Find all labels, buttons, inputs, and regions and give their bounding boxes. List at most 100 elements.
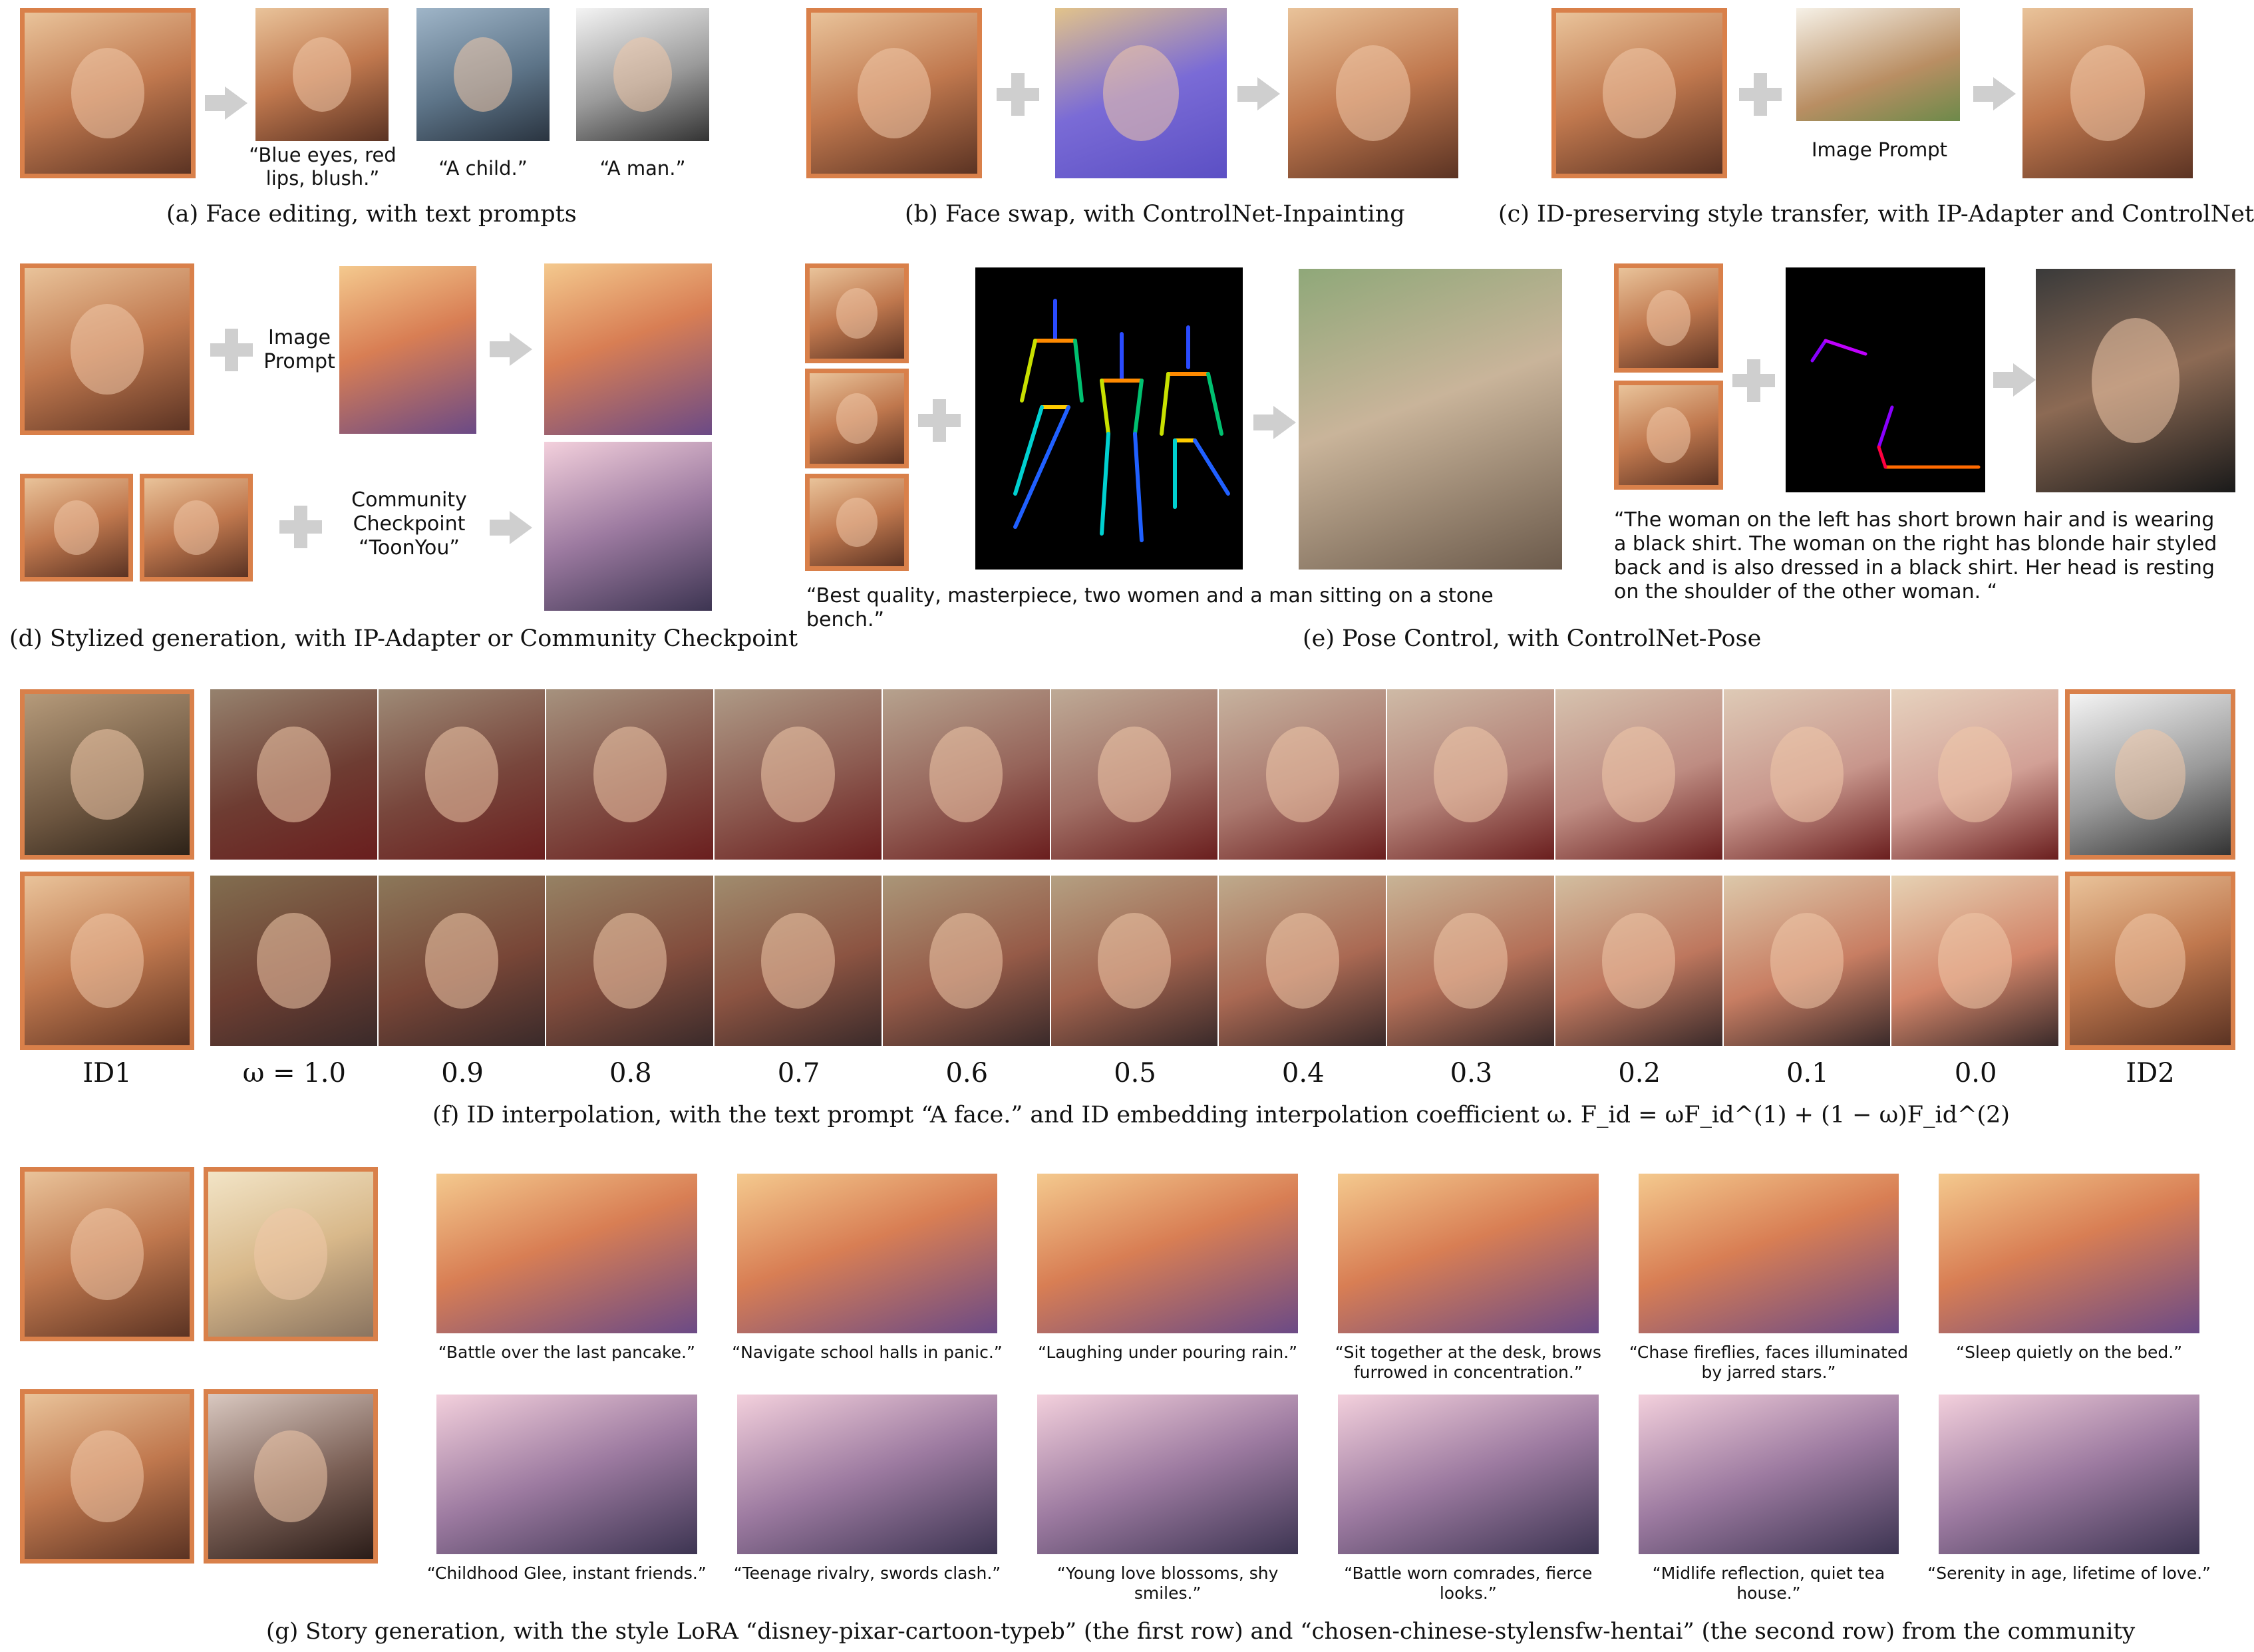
interp-frame-row1 <box>378 689 546 860</box>
interp-frame-row1 <box>715 689 882 860</box>
story-scene-caption: “Serenity in age, lifetime of love.” <box>1927 1564 2211 1583</box>
interp-frame-row2 <box>1219 876 1386 1046</box>
panel-g-row2-id-2 <box>204 1389 378 1564</box>
story-scene-caption: “Sit together at the desk, brows furrowe… <box>1335 1343 1601 1382</box>
panel-f-id1-row2 <box>20 872 194 1050</box>
panel-c-arrow-icon <box>1973 77 2016 110</box>
interp-frame-row2 <box>1555 876 1722 1046</box>
interp-frame-row2 <box>1050 876 1218 1046</box>
panel-e-plus-icon-2 <box>1732 359 1775 402</box>
panel-e-pose-map-1 <box>975 267 1243 570</box>
panel-d-checkpoint-face-1 <box>20 474 133 581</box>
story-scene-caption: “Teenage rivalry, swords clash.” <box>733 1564 1001 1583</box>
panel-d-arrow-icon-1 <box>490 333 532 366</box>
panel-c-input-face <box>1551 8 1727 178</box>
story-scene-image <box>1037 1395 1298 1554</box>
panel-e-result-2 <box>2036 269 2235 492</box>
panel-e-face-2 <box>805 369 909 468</box>
panel-a-prompt-1: “Blue eyes, red lips, blush.” <box>249 144 397 190</box>
story-scene-caption: “Chase fireflies, faces illuminated by j… <box>1629 1343 1909 1382</box>
story-scene-image <box>1338 1174 1599 1333</box>
omega-label: 0.7 <box>777 1058 820 1088</box>
panel-a-output-2 <box>416 8 550 141</box>
omega-label: 0.8 <box>609 1058 652 1088</box>
story-scene-image <box>1939 1174 2199 1333</box>
panel-d-arrow-icon-2 <box>490 511 532 544</box>
story-scene-caption: “Battle over the last pancake.” <box>438 1343 695 1362</box>
panel-g-row1-id-2 <box>204 1167 378 1341</box>
omega-label: 0.0 <box>1954 1058 1997 1088</box>
interp-frame-row2 <box>378 876 546 1046</box>
interp-frame-row1 <box>1555 689 1722 860</box>
panel-e-arrow-icon-2 <box>1993 363 2036 397</box>
omega-label: 0.9 <box>441 1058 484 1088</box>
omega-label: 0.3 <box>1450 1058 1493 1088</box>
story-scene-image <box>1638 1395 1899 1554</box>
pose-skeleton-icon-2 <box>1810 339 1981 469</box>
panel-f-interpolation-row-1 <box>210 689 2060 860</box>
story-scene-image <box>736 1395 998 1554</box>
pose-skeleton-icon <box>1013 299 1230 542</box>
panel-c-result <box>2022 8 2193 178</box>
panel-b-arrow-icon <box>1237 77 1280 110</box>
panel-a-arrow-icon <box>205 86 247 120</box>
panel-f-omega-labels: ω = 1.0 0.9 0.8 0.7 0.6 0.5 0.4 0.3 0.2 0.1 0.0 <box>210 1058 2060 1095</box>
story-scene-image <box>1939 1395 2199 1554</box>
interp-frame-row1 <box>1050 689 1218 860</box>
panel-a-caption: (a) Face editing, with text prompts <box>166 201 577 228</box>
story-scene-image <box>1338 1395 1599 1554</box>
story-scene-image <box>1037 1174 1298 1333</box>
panel-f-id2-row2 <box>2065 872 2235 1050</box>
panel-e-prompt-right: “The woman on the left has short brown h… <box>1614 508 2217 603</box>
panel-f-id2-label: ID2 <box>2126 1058 2175 1088</box>
panel-g-row2-id-1 <box>20 1389 194 1564</box>
interp-frame-row1 <box>882 689 1050 860</box>
panel-a-output-1 <box>255 8 389 141</box>
panel-e-result-1 <box>1299 269 1562 570</box>
panel-b-target-face <box>806 8 982 178</box>
story-scene-image <box>1638 1174 1899 1333</box>
omega-label: 0.1 <box>1786 1058 1829 1088</box>
panel-b-plus-icon <box>997 73 1039 116</box>
panel-e-face-5 <box>1614 381 1723 490</box>
panel-d-image-prompt <box>339 266 476 434</box>
panel-b-caption: (b) Face swap, with ControlNet-Inpaintin… <box>905 201 1405 228</box>
panel-d-input-face <box>20 263 194 435</box>
story-scene-caption: “Young love blossoms, shy smiles.” <box>1056 1564 1279 1603</box>
panel-c-image-prompt <box>1796 8 1960 121</box>
panel-c-plus-icon <box>1739 73 1782 116</box>
story-scene-image <box>436 1174 697 1333</box>
panel-c-image-prompt-label: Image Prompt <box>1811 138 1948 161</box>
panel-d-checkpoint-label: Community Checkpoint “ToonYou” <box>351 488 467 560</box>
panel-d-result-1 <box>544 263 712 435</box>
omega-label: ω = 1.0 <box>242 1058 346 1088</box>
interp-frame-row2 <box>1723 876 1891 1046</box>
panel-e-face-3 <box>805 474 909 571</box>
interp-frame-row2 <box>1891 876 2058 1046</box>
story-scene-caption: “Midlife reflection, quiet tea house.” <box>1652 1564 1885 1603</box>
panel-f-interpolation-row-2 <box>210 876 2060 1046</box>
story-scene-caption: “Battle worn comrades, fierce looks.” <box>1344 1564 1593 1603</box>
panel-d-checkpoint-face-2 <box>140 474 253 581</box>
panel-b-masked-source <box>1055 8 1227 178</box>
panel-d-caption: (d) Stylized generation, with IP-Adapter… <box>9 625 798 652</box>
story-scene-image <box>436 1395 697 1554</box>
panel-d-result-2 <box>544 442 712 611</box>
panel-d-plus-icon-2 <box>279 506 322 548</box>
omega-label: 0.6 <box>945 1058 989 1088</box>
panel-g-story-row-2: “Childhood Glee, instant friends.” “Teena… <box>427 1395 2235 1614</box>
panel-c-caption: (c) ID-preserving style transfer, with I… <box>1498 201 2254 228</box>
panel-d-plus-icon-1 <box>210 329 253 371</box>
panel-e-caption: (e) Pose Control, with ControlNet-Pose <box>1303 625 1762 652</box>
interp-frame-row2 <box>210 876 377 1046</box>
panel-e-face-1 <box>805 263 909 363</box>
interp-frame-row1 <box>1891 689 2058 860</box>
interp-frame-row1 <box>546 689 714 860</box>
interp-frame-row1 <box>1387 689 1554 860</box>
panel-b-result <box>1288 8 1458 178</box>
panel-a-output-3 <box>576 8 709 141</box>
omega-label: 0.4 <box>1281 1058 1325 1088</box>
interp-frame-row1 <box>1723 689 1891 860</box>
story-scene-caption: “Navigate school halls in panic.” <box>732 1343 1003 1362</box>
panel-f-caption: (f) ID interpolation, with the text prom… <box>432 1102 2011 1128</box>
